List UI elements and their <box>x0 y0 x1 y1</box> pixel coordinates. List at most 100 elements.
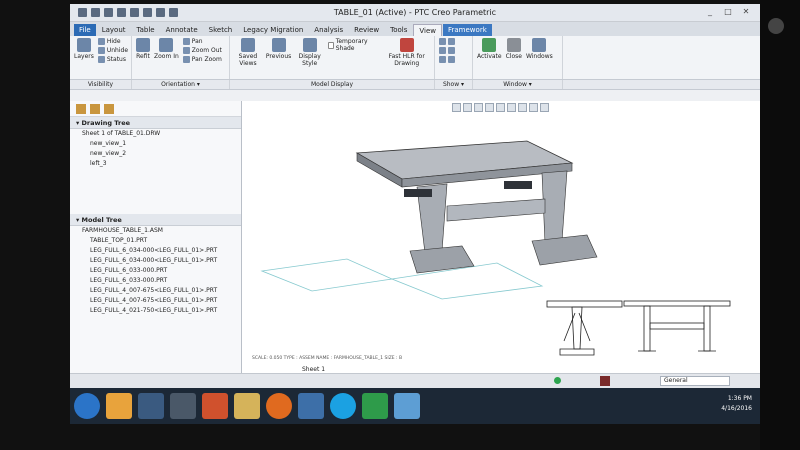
fast-hlr-button[interactable]: Fast HLR for Drawing <box>384 38 430 67</box>
refit-button[interactable]: Refit <box>136 38 150 60</box>
window-label[interactable]: Window ▾ <box>473 80 563 89</box>
show-label[interactable]: Show ▾ <box>435 80 473 89</box>
zoom-in-icon <box>159 38 174 52</box>
right-foot <box>531 234 598 266</box>
orientation-group: Refit Zoom In Pan Zoom Out Pan Zoom <box>132 36 230 79</box>
tree-item[interactable]: new_view_2 <box>70 149 241 159</box>
zoom-out-button[interactable]: Zoom Out <box>182 47 222 54</box>
table-side-view <box>546 300 623 356</box>
excel-taskbar-icon[interactable] <box>362 393 388 419</box>
creo-window: TABLE_01 (Active) - PTC Creo Parametric … <box>70 4 760 388</box>
tree-item[interactable]: LEG_FULL_4_007-675<LEG_FULL_01>.PRT <box>70 286 241 296</box>
tree-item[interactable]: LEG_FULL_4_007-675<LEG_FULL_01>.PRT <box>70 296 241 306</box>
checkbox-icon <box>328 41 334 49</box>
drawing-tree-header[interactable]: ▾ Drawing Tree <box>70 117 241 129</box>
tree-item[interactable]: new_view_1 <box>70 139 241 149</box>
hide-button[interactable]: Hide <box>97 38 128 45</box>
model-display-label: Model Display <box>230 80 435 89</box>
datum-planes-icon[interactable] <box>439 38 446 45</box>
tab-sketch[interactable]: Sketch <box>204 24 238 36</box>
minimize-icon[interactable]: _ <box>704 6 716 18</box>
tab-review[interactable]: Review <box>349 24 384 36</box>
skype-taskbar-icon[interactable] <box>330 393 356 419</box>
coord-sys-icon[interactable] <box>448 47 455 54</box>
drawing-canvas[interactable]: SCALE: 0.050 TYPE : ASSEM NAME : FARMHOU… <box>242 101 760 373</box>
monitor-bezel <box>760 0 800 450</box>
maximize-icon[interactable]: □ <box>722 6 734 18</box>
explorer-taskbar-icon[interactable] <box>234 393 260 419</box>
tab-annotate[interactable]: Annotate <box>161 24 203 36</box>
sheet-tab[interactable]: Sheet 1 <box>302 366 325 373</box>
drawing-tree-spacer <box>70 169 241 214</box>
tree-item[interactable]: LEG_FULL_6_034-000<LEG_FULL_01>.PRT <box>70 256 241 266</box>
unhide-button[interactable]: Unhide <box>97 47 128 54</box>
model-tree-icon[interactable] <box>90 103 100 114</box>
datum-points-icon[interactable] <box>439 47 446 54</box>
saved-views-button[interactable]: Saved Views <box>234 38 262 67</box>
visibility-label: Visibility <box>70 80 132 89</box>
tab-tools[interactable]: Tools <box>385 24 412 36</box>
apron-left <box>404 189 432 197</box>
system-clock[interactable]: 1:36 PM 4/16/2016 <box>721 394 752 414</box>
orientation-small-buttons: Pan Zoom Out Pan Zoom <box>182 38 222 63</box>
tree-item[interactable]: TABLE_TOP_01.PRT <box>70 236 241 246</box>
tree-item[interactable]: LEG_FULL_4_021-750<LEG_FULL_01>.PRT <box>70 306 241 316</box>
tree-item[interactable]: Sheet 1 of TABLE_01.DRW <box>70 129 241 139</box>
status-bar: General <box>70 373 760 388</box>
pan-zoom-button[interactable]: Pan Zoom <box>182 56 222 63</box>
window-taskbar-icon[interactable] <box>394 393 420 419</box>
windows-button[interactable]: Windows <box>526 38 553 60</box>
activate-button[interactable]: Activate <box>477 38 502 60</box>
selection-filter-select[interactable]: General <box>660 376 730 386</box>
tab-file[interactable]: File <box>74 24 96 36</box>
title-bar: TABLE_01 (Active) - PTC Creo Parametric … <box>70 4 760 22</box>
tree-item[interactable]: LEG_FULL_6_033-000.PRT <box>70 266 241 276</box>
close-icon[interactable]: ✕ <box>740 6 752 18</box>
start-icon[interactable] <box>74 393 100 419</box>
tab-table[interactable]: Table <box>132 24 160 36</box>
selection-filter-icon[interactable] <box>600 376 610 386</box>
datum-axes-icon[interactable] <box>448 38 455 45</box>
model-tree-header[interactable]: ▾ Model Tree <box>70 214 241 226</box>
spin-center-icon[interactable] <box>448 56 455 63</box>
pan-icon <box>182 38 190 45</box>
outlook-taskbar-icon[interactable] <box>298 393 324 419</box>
tree-item[interactable]: LEG_FULL_6_033-000.PRT <box>70 276 241 286</box>
tab-layout[interactable]: Layout <box>97 24 131 36</box>
tab-view[interactable]: View <box>413 24 442 36</box>
firefox-taskbar-icon[interactable] <box>266 393 292 419</box>
navigator-panel: ▾ Drawing Tree Sheet 1 of TABLE_01.DRW ne… <box>70 101 242 373</box>
tree-item[interactable]: left_3 <box>70 159 241 169</box>
display-style-icon <box>302 38 317 52</box>
display-style-button[interactable]: Display Style <box>295 38 324 67</box>
media-taskbar-icon[interactable] <box>202 393 228 419</box>
zoom-in-button[interactable]: Zoom In <box>154 38 179 60</box>
status-button[interactable]: Status <box>97 56 128 63</box>
annotations-icon[interactable] <box>439 56 446 63</box>
model-display-options: Temporary Shade <box>328 38 373 52</box>
windows-stack-icon <box>532 38 547 52</box>
file-taskbar-icon[interactable] <box>138 393 164 419</box>
tab-legacy-migration[interactable]: Legacy Migration <box>238 24 308 36</box>
layer-tree-icon[interactable] <box>76 103 86 114</box>
window-controls: _ □ ✕ <box>704 6 752 18</box>
apron-right <box>504 181 532 189</box>
previous-button[interactable]: Previous <box>266 38 291 60</box>
creo-taskbar-icon[interactable] <box>106 393 132 419</box>
navigator-toolbar <box>70 101 241 117</box>
tab-framework[interactable]: Framework <box>443 24 492 36</box>
tab-analysis[interactable]: Analysis <box>309 24 348 36</box>
temporary-shade-checkbox[interactable]: Temporary Shade <box>328 38 373 52</box>
layers-button[interactable]: Layers <box>74 38 94 60</box>
previous-icon <box>271 38 286 52</box>
network-taskbar-icon[interactable] <box>170 393 196 419</box>
folder-icon[interactable] <box>104 103 114 114</box>
tree-item[interactable]: FARMHOUSE_TABLE_1.ASM <box>70 226 241 236</box>
scale-info: SCALE: 0.050 TYPE : ASSEM NAME : FARMHOU… <box>252 356 403 361</box>
pan-button[interactable]: Pan <box>182 38 222 45</box>
close-button[interactable]: Close <box>506 38 522 60</box>
refit-icon <box>136 38 150 52</box>
tree-item[interactable]: LEG_FULL_6_034-000<LEG_FULL_01>.PRT <box>70 246 241 256</box>
orientation-label[interactable]: Orientation ▾ <box>132 80 230 89</box>
show-toggles <box>439 38 455 63</box>
